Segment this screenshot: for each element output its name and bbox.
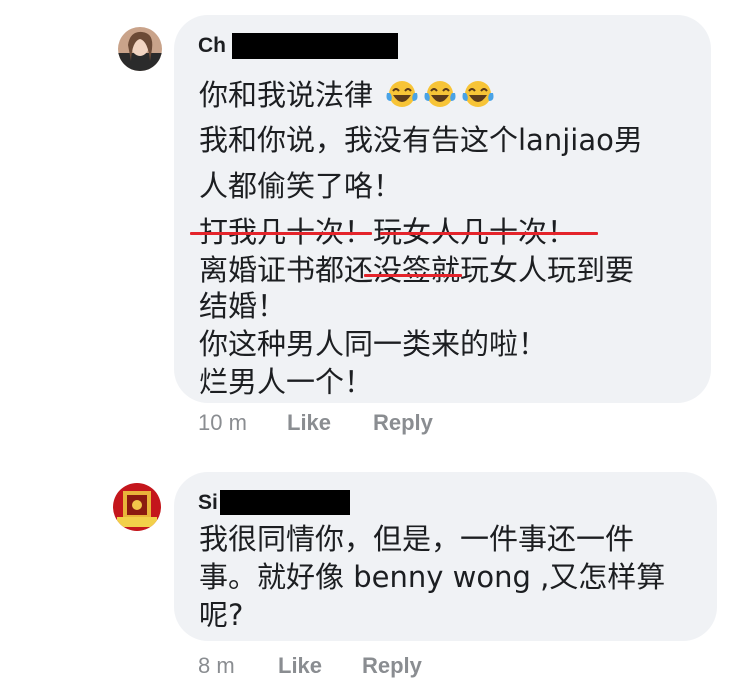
redaction-bar bbox=[220, 490, 350, 515]
comment-bubble: Si 我很同情你，但是，一件事还一件 事。就好像 benny wong ,又怎样… bbox=[174, 472, 717, 641]
comment-line: 你和我说法律 bbox=[199, 79, 496, 110]
red-underline bbox=[380, 232, 598, 235]
face-with-tears-of-joy-icon bbox=[424, 81, 456, 107]
comment-author[interactable]: Si bbox=[198, 491, 218, 515]
comment-line: 你这种男人同一类来的啦！ bbox=[199, 327, 548, 361]
face-with-tears-of-joy-icon bbox=[386, 81, 418, 107]
reply-button[interactable]: Reply bbox=[373, 410, 433, 436]
redaction-bar bbox=[232, 33, 398, 59]
comment-line: 离婚证书都还没签就玩女人玩到要 bbox=[199, 253, 635, 287]
comment-line: 我很同情你，但是，一件事还一件 bbox=[199, 522, 635, 556]
like-button[interactable]: Like bbox=[278, 653, 322, 679]
reply-button[interactable]: Reply bbox=[362, 653, 422, 679]
comment-line: 事。就好像 benny wong ,又怎样算 bbox=[199, 560, 666, 594]
comment-line: 人都偷笑了咯！ bbox=[199, 169, 403, 203]
red-underline bbox=[190, 232, 372, 235]
comment-bubble: Ch 你和我说法律 我和你说，我没有告这个lanjiao男 人都偷笑了咯！ 打我… bbox=[174, 15, 711, 403]
like-button[interactable]: Like bbox=[287, 410, 331, 436]
comment-author[interactable]: Ch bbox=[198, 34, 226, 58]
comment-line: 呢? bbox=[199, 598, 244, 632]
comment-timestamp: 8 m bbox=[198, 653, 235, 678]
face-with-tears-of-joy-icon bbox=[462, 81, 494, 107]
comment-line: 烂男人一个！ bbox=[199, 365, 374, 399]
comment-line: 我和你说，我没有告这个lanjiao男 bbox=[199, 123, 643, 157]
comment-timestamp: 10 m bbox=[198, 410, 247, 435]
avatar[interactable] bbox=[118, 27, 162, 71]
comment-line: 结婚！ bbox=[199, 289, 287, 323]
red-underline bbox=[364, 274, 462, 277]
avatar[interactable] bbox=[113, 483, 161, 531]
